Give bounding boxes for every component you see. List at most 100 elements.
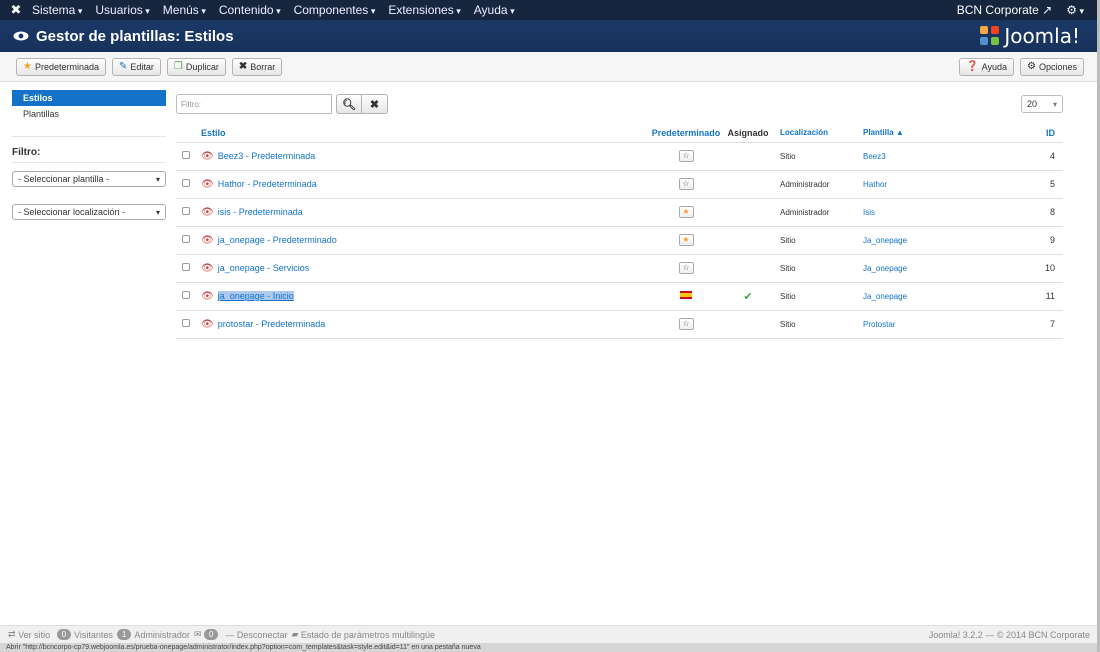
style-name-cell: 👁︎ protostar - Predeterminada xyxy=(201,310,651,339)
logout-link[interactable]: — Desconectar xyxy=(225,630,287,640)
admins-indicator: 1 Administrador xyxy=(116,629,190,640)
row-checkbox[interactable] xyxy=(182,235,190,243)
search-icon: 🔍︎ xyxy=(342,98,356,111)
style-link[interactable]: protostar - Predeterminada xyxy=(218,319,326,329)
header-style[interactable]: Estilo xyxy=(201,124,651,143)
header-assigned: Asignado xyxy=(721,124,775,143)
style-name-cell: 👁︎ Beez3 - Predeterminada xyxy=(201,142,651,171)
location-cell: Sitio xyxy=(775,282,863,311)
template-link[interactable]: Hathor xyxy=(863,170,1023,199)
search-input[interactable]: Filtro: xyxy=(176,94,332,114)
style-link[interactable]: ja_onepage - Servicios xyxy=(218,263,310,273)
id-cell: 8 xyxy=(1023,198,1063,227)
template-link[interactable]: Ja_onepage xyxy=(863,254,1023,283)
header-id[interactable]: ID xyxy=(1023,124,1063,143)
search-button[interactable]: 🔍︎ xyxy=(336,94,362,114)
top-navbar: ✖ Sistema Usuarios Menús Contenido Compo… xyxy=(0,0,1100,20)
style-link[interactable]: isis - Predeterminada xyxy=(218,207,303,217)
assigned-cell xyxy=(721,226,775,255)
style-link[interactable]: ja_onepage - Inicio xyxy=(217,290,294,301)
template-link[interactable]: Beez3 xyxy=(863,142,1023,171)
list-limit-select[interactable]: 20 xyxy=(1021,95,1063,113)
template-link[interactable]: Protostar xyxy=(863,310,1023,339)
row-checkbox[interactable] xyxy=(182,319,190,327)
options-button[interactable]: ⚙ Opciones xyxy=(1020,57,1084,76)
envelope-icon: ✉ xyxy=(193,629,202,639)
joomla-brand-text: Joomla! xyxy=(1004,24,1080,48)
assigned-cell xyxy=(721,198,775,227)
help-button[interactable]: ❓ Ayuda xyxy=(959,57,1014,76)
multilang-status-link[interactable]: ▰ Estado de parámetros multilingüe xyxy=(291,629,435,640)
page-title: Gestor de plantillas: Estilos xyxy=(36,27,234,45)
view-site-label: Ver sitio xyxy=(18,629,51,640)
site-link[interactable]: BCN Corporate ↗ xyxy=(957,3,1052,17)
comment-icon: ▰ xyxy=(291,629,299,639)
view-site-link[interactable]: ⇄ Ver sitio xyxy=(8,629,53,640)
template-link[interactable]: Ja_onepage xyxy=(863,226,1023,255)
browser-status-bar: Abrir "http://bcncorpo-cp79.webjoomla.es… xyxy=(0,643,1100,652)
admin-badge: 1 xyxy=(116,629,132,640)
messages-indicator[interactable]: ✉ 0 xyxy=(194,629,222,640)
template-link[interactable]: Ja_onepage xyxy=(863,282,1023,311)
header-template[interactable]: Plantilla ▲ xyxy=(863,124,1023,143)
row-checkbox-cell xyxy=(176,310,201,339)
menu-contenido[interactable]: Contenido xyxy=(219,3,281,17)
sidebar-item-plantillas[interactable]: Plantillas xyxy=(12,106,166,122)
joomla-menu-icon[interactable]: ✖ xyxy=(0,2,32,18)
row-checkbox[interactable] xyxy=(182,207,190,215)
row-checkbox[interactable] xyxy=(182,179,190,187)
row-checkbox[interactable] xyxy=(182,291,190,299)
duplicate-button[interactable]: ❐ Duplicar xyxy=(166,57,226,76)
default-cell: ☆ xyxy=(651,142,721,171)
style-link[interactable]: Hathor - Predeterminada xyxy=(218,179,317,189)
row-checkbox[interactable] xyxy=(182,263,190,271)
header-checkbox-cell xyxy=(176,124,201,143)
default-cell: ★ xyxy=(651,226,721,255)
clear-search-button[interactable]: ✖ xyxy=(362,94,388,114)
default-star-icon[interactable]: ★ xyxy=(678,234,694,246)
preview-disabled-icon: 👁︎ xyxy=(201,234,214,246)
table-row: 👁︎ Beez3 - Predeterminada ☆ Sitio Beez3 4 xyxy=(176,142,1063,171)
visitors-label: Visitantes xyxy=(74,629,113,640)
default-star-icon[interactable]: ☆ xyxy=(678,262,694,274)
header-location[interactable]: Localización xyxy=(775,124,863,143)
admin-label: Administrador xyxy=(134,629,190,640)
default-star-icon[interactable]: ★ xyxy=(678,206,694,218)
default-star-icon[interactable]: ☆ xyxy=(678,318,694,330)
edit-button[interactable]: ✎ Editar xyxy=(112,57,161,76)
menu-componentes[interactable]: Componentes xyxy=(294,3,376,17)
select-location-dropdown[interactable]: - Seleccionar localización - xyxy=(12,204,166,220)
style-link[interactable]: ja_onepage - Predeterminado xyxy=(218,235,337,245)
row-checkbox[interactable] xyxy=(182,151,190,159)
default-star-icon[interactable]: ☆ xyxy=(678,150,694,162)
user-gear-icon[interactable]: ⚙ xyxy=(1066,3,1084,17)
assigned-cell xyxy=(721,310,775,339)
star-icon: ★ xyxy=(23,61,32,72)
id-cell: 9 xyxy=(1023,226,1063,255)
sidebar: Estilos Plantillas Filtro: - Seleccionar… xyxy=(12,90,166,237)
sidebar-nav: Estilos Plantillas xyxy=(12,90,166,122)
sidebar-item-estilos[interactable]: Estilos xyxy=(12,90,166,106)
default-cell: ☆ xyxy=(651,254,721,283)
select-template-dropdown[interactable]: - Seleccionar plantilla - xyxy=(12,171,166,187)
template-link[interactable]: Isis xyxy=(863,198,1023,227)
delete-button[interactable]: ✖ Borrar xyxy=(231,57,283,76)
joomla-logo-icon xyxy=(980,26,1000,46)
gear-icon: ⚙ xyxy=(1027,61,1036,72)
location-cell: Sitio xyxy=(775,142,863,171)
menu-sistema[interactable]: Sistema xyxy=(32,3,82,17)
default-button[interactable]: ★ Predeterminada xyxy=(16,57,107,76)
style-link[interactable]: Beez3 - Predeterminada xyxy=(218,151,316,161)
close-icon: ✖ xyxy=(369,98,380,111)
question-icon: ❓ xyxy=(966,61,979,72)
header-default[interactable]: Predeterminado xyxy=(651,124,721,143)
style-name-cell: 👁︎ ja_onepage - Predeterminado xyxy=(201,226,651,255)
page-header: Gestor de plantillas: Estilos Joomla! xyxy=(0,20,1100,52)
menu-extensiones[interactable]: Extensiones xyxy=(388,3,460,17)
copy-icon: ❐ xyxy=(173,61,183,72)
location-cell: Sitio xyxy=(775,226,863,255)
menu-ayuda[interactable]: Ayuda xyxy=(474,3,515,17)
default-star-icon[interactable]: ☆ xyxy=(678,178,694,190)
menu-menus[interactable]: Menús xyxy=(163,3,206,17)
menu-usuarios[interactable]: Usuarios xyxy=(95,3,149,17)
